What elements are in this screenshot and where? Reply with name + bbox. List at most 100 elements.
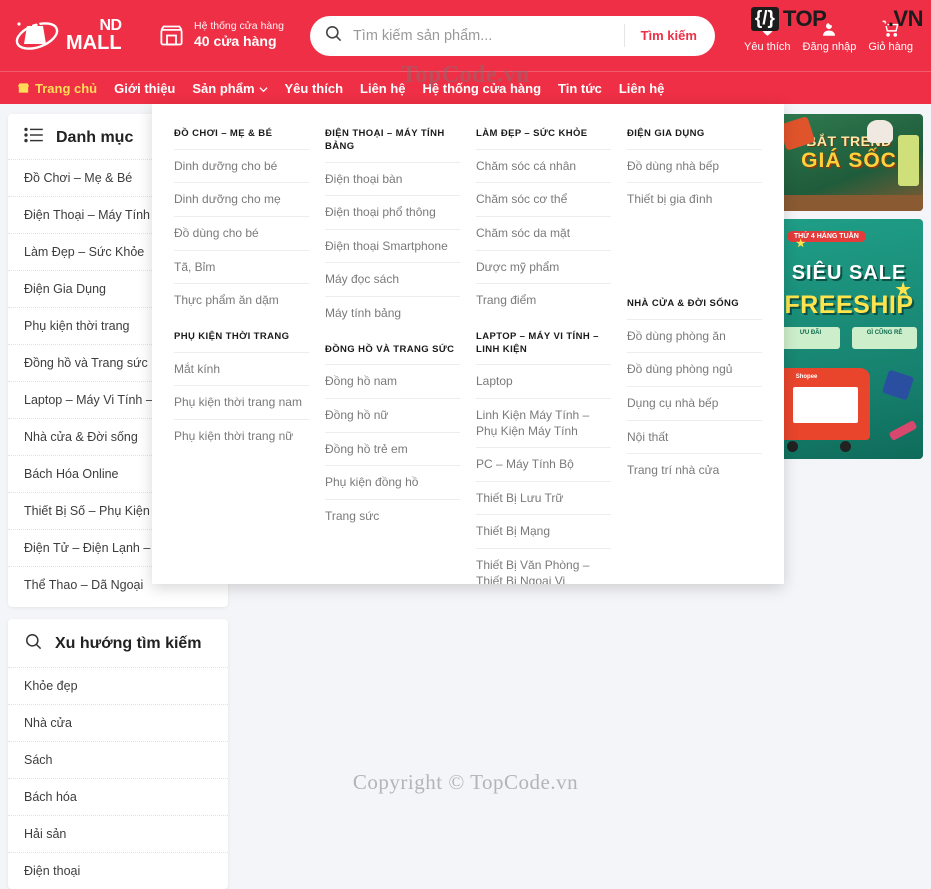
nav-item-tin-tuc[interactable]: Tin tức	[558, 81, 602, 96]
bat-trend-gia-soc-banner[interactable]: BẮT TREND GIÁ SỐC	[775, 114, 923, 211]
nav-item-he-thong-cua-hang[interactable]: Hệ thống cửa hàng	[423, 81, 541, 96]
mega-heading: ĐỒNG HỒ VÀ TRANG SỨC	[325, 343, 455, 355]
banner-chip-1: ƯU ĐÃI	[780, 327, 841, 349]
mega-item[interactable]: Linh Kiện Máy Tính – Phụ Kiện Máy Tính	[476, 398, 611, 447]
mega-heading: PHỤ KIỆN THỜI TRANG	[174, 330, 290, 342]
mega-item[interactable]: Phụ kiện thời trang nữ	[174, 418, 309, 453]
store-system-info[interactable]: Hệ thống cửa hàng 40 cửa hàng	[158, 20, 284, 51]
mega-item[interactable]: Đồ dùng nhà bếp	[627, 148, 762, 183]
nav-item-gioi-thieu[interactable]: Giới thiệu	[114, 81, 175, 96]
mega-item[interactable]: Máy đọc sách	[325, 262, 460, 296]
mega-item[interactable]: Đồng hồ trẻ em	[325, 431, 460, 466]
search-input[interactable]	[350, 26, 624, 45]
mega-item[interactable]: Mắt kính	[174, 351, 309, 386]
mega-item[interactable]: Điện thoại phổ thông	[325, 195, 460, 229]
login-action[interactable]: Đăng nhập	[802, 16, 857, 53]
shopping-bag-logo-icon	[14, 14, 60, 58]
trending-card: Xu hướng tìm kiếm Khỏe đẹp Nhà cửa Sách …	[8, 619, 228, 889]
brand-line2: MALL	[66, 31, 122, 54]
page-title: Danh mục	[56, 128, 134, 146]
mega-item[interactable]: Máy tính bảng	[325, 296, 460, 330]
mega-item[interactable]: Dinh dưỡng cho bé	[174, 148, 309, 183]
heart-icon	[758, 16, 777, 38]
mega-item[interactable]: Đồ dùng phòng ngủ	[627, 352, 762, 386]
main-nav: Trang chủ Giới thiệu Sản phẩm Yêu thích …	[0, 71, 931, 104]
trend-item-khoe-dep[interactable]: Khỏe đẹp	[8, 667, 228, 704]
login-label: Đăng nhập	[802, 41, 857, 53]
mega-item[interactable]: Nội thất	[627, 419, 762, 454]
mega-item[interactable]: PC – Máy Tính Bộ	[476, 447, 611, 481]
mega-item[interactable]: Trang trí nhà cửa	[627, 453, 762, 487]
nav-item-lien-he[interactable]: Liên hệ	[360, 81, 406, 96]
mega-item[interactable]: Chăm sóc cá nhân	[476, 148, 611, 183]
mega-heading: ĐIỆN THOẠI – MÁY TÍNH BẢNG	[325, 128, 445, 152]
mega-column: ĐIỆN THOẠI – MÁY TÍNH BẢNG Điện thoại bà…	[317, 114, 468, 584]
mega-item[interactable]: Thiết bị gia đình	[627, 182, 762, 216]
mega-column: ĐIỆN GIA DỤNG Đồ dùng nhà bếp Thiết bị g…	[619, 114, 770, 584]
mega-item[interactable]: Thiết Bị Mạng	[476, 514, 611, 548]
mega-menu-panel: ĐỒ CHƠI – MẸ & BÉ Dinh dưỡng cho bé Dinh…	[152, 104, 784, 584]
sieu-sale-freeship-banner[interactable]: THỨ 4 HÀNG TUẦN SIÊU SALE FREESHIP ƯU ĐÃ…	[775, 219, 923, 459]
mega-heading: LAPTOP – MÁY VI TÍNH – LINH KIỆN	[476, 330, 599, 355]
mega-item[interactable]: Đồng hồ nữ	[325, 398, 460, 432]
right-rail: BẮT TREND GIÁ SỐC THỨ 4 HÀNG TUẦN SIÊU S…	[775, 114, 923, 889]
trending-list: Khỏe đẹp Nhà cửa Sách Bách hóa Hải sản Đ…	[8, 667, 228, 889]
mega-item[interactable]: Dược mỹ phẩm	[476, 249, 611, 284]
chevron-down-icon	[258, 81, 268, 96]
mega-item[interactable]: Đồng hồ nam	[325, 364, 460, 398]
mega-item[interactable]: Dinh dưỡng cho mẹ	[174, 182, 309, 216]
trend-item-bach-hoa[interactable]: Bách hóa	[8, 778, 228, 815]
nav-item-san-pham[interactable]: Sản phẩm	[192, 81, 268, 96]
search-icon	[324, 24, 343, 48]
brand-logo[interactable]: ND MALL	[14, 14, 146, 58]
mega-item[interactable]: Phụ kiện thời trang nam	[174, 385, 309, 419]
header-actions: Yêu thích Đăng nhập Giỏ hàng	[744, 16, 917, 55]
nav-item-trang-chu[interactable]: Trang chủ	[16, 81, 97, 96]
search-box: Tìm kiếm	[309, 15, 715, 56]
nav-item-lien-he-2[interactable]: Liên hệ	[619, 81, 665, 96]
mega-item[interactable]: Thực phẩm ăn dặm	[174, 283, 309, 317]
mega-item[interactable]: Thiết Bị Văn Phòng – Thiết Bị Ngoại Vi	[476, 547, 611, 584]
mega-heading: NHÀ CỬA & ĐỜI SỐNG	[627, 298, 740, 309]
mega-item[interactable]: Trang điểm	[476, 283, 611, 317]
trend-item-nha-cua[interactable]: Nhà cửa	[8, 704, 228, 741]
mega-item[interactable]: Chăm sóc cơ thể	[476, 182, 611, 216]
nav-label: Trang chủ	[35, 80, 98, 96]
mega-item[interactable]: Tã, Bỉm	[174, 249, 309, 284]
store-icon	[158, 22, 185, 49]
mega-item[interactable]: Chăm sóc da mặt	[476, 216, 611, 250]
trend-item-hai-san[interactable]: Hải sản	[8, 815, 228, 852]
favorites-action[interactable]: Yêu thích	[744, 16, 791, 53]
mega-item[interactable]: Đồ dùng cho bé	[174, 216, 309, 250]
cart-action[interactable]: Giỏ hàng	[868, 16, 913, 53]
brand-wordmark: ND MALL	[66, 18, 122, 54]
banner-chip-2: GÌ CŨNG RẺ	[851, 327, 918, 349]
site-header: ND MALL Hệ thống cửa hàng 40 cửa hàng Tì…	[0, 0, 931, 71]
nav-item-yeu-thich[interactable]: Yêu thích	[285, 81, 344, 96]
mega-item[interactable]: Điện thoại Smartphone	[325, 228, 460, 263]
mega-item[interactable]: Thiết Bị Lưu Trữ	[476, 480, 611, 515]
user-icon	[820, 16, 838, 38]
cart-label: Giỏ hàng	[868, 41, 913, 53]
search-submit-button[interactable]: Tìm kiếm	[623, 24, 711, 47]
banner-line1: SIÊU SALE	[791, 262, 907, 285]
banner-line2: FREESHIP	[784, 291, 914, 319]
search-icon	[24, 632, 43, 656]
mega-item[interactable]: Dụng cụ nhà bếp	[627, 386, 762, 420]
trend-item-sach[interactable]: Sách	[8, 741, 228, 778]
mega-item[interactable]: Trang sức	[325, 498, 460, 533]
mega-item[interactable]: Đồ dùng phòng ăn	[627, 318, 762, 353]
cart-icon	[881, 16, 900, 38]
mega-heading: ĐỒ CHƠI – MẸ & BÉ	[174, 128, 273, 139]
mega-item[interactable]: Phụ kiện đồng hồ	[325, 465, 460, 499]
mega-item[interactable]: Laptop	[476, 364, 611, 398]
mega-heading: ĐIỆN GIA DỤNG	[627, 128, 705, 139]
mega-column: LÀM ĐẸP – SỨC KHỎE Chăm sóc cá nhân Chăm…	[468, 114, 619, 584]
home-store-icon	[16, 81, 31, 95]
store-count: 40 cửa hàng	[194, 33, 277, 50]
trend-item-dien-thoai[interactable]: Điện thoại	[8, 852, 228, 889]
mega-column: ĐỒ CHƠI – MẸ & BÉ Dinh dưỡng cho bé Dinh…	[166, 114, 317, 584]
favorites-label: Yêu thích	[744, 41, 791, 53]
mega-item[interactable]: Điện thoại bàn	[325, 161, 460, 196]
trending-title: Xu hướng tìm kiếm	[55, 635, 202, 652]
